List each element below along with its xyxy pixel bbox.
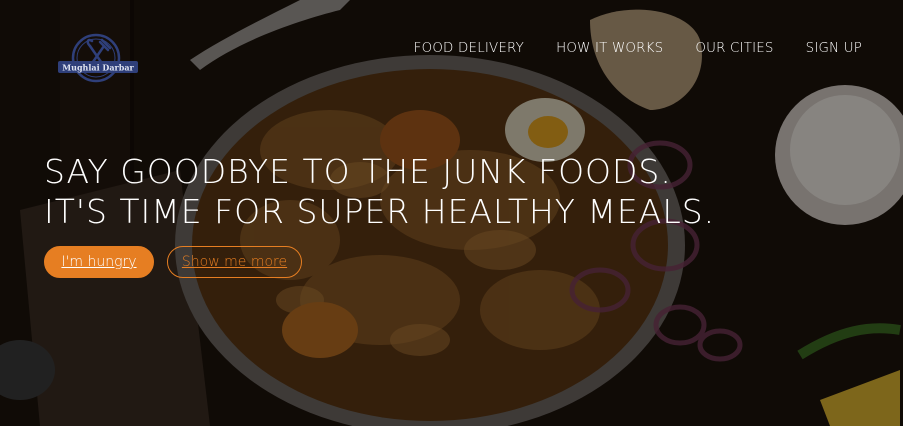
headline-line-2: IT'S TIME FOR SUPER HEALTHY MEALS. [44,192,716,231]
nav-how-it-works[interactable]: HOW IT WORKS [556,40,663,58]
fork-knife-icon: Mughlai Darbar [58,33,138,83]
nav-our-cities[interactable]: OUR CITIES [695,40,773,58]
im-hungry-button[interactable]: I'm hungry [44,246,154,278]
show-me-more-button[interactable]: Show me more [167,246,302,278]
logo-text: Mughlai Darbar [62,63,134,73]
hero-headline: SAY GOODBYE TO THE JUNK FOODS. IT'S TIME… [44,152,715,232]
hero-section: Mughlai Darbar FOOD DELIVERY HOW IT WORK… [0,0,903,426]
main-nav: FOOD DELIVERY HOW IT WORKS OUR CITIES SI… [382,40,862,58]
brand-logo[interactable]: Mughlai Darbar [56,32,140,90]
nav-sign-up[interactable]: SIGN UP [806,40,862,58]
nav-food-delivery[interactable]: FOOD DELIVERY [414,40,524,58]
headline-line-1: SAY GOODBYE TO THE JUNK FOODS. [44,152,672,191]
